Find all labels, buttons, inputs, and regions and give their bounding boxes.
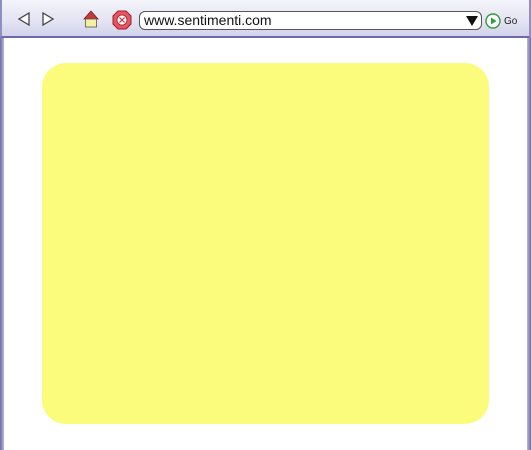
forward-button[interactable] bbox=[40, 11, 56, 27]
address-dropdown-button[interactable] bbox=[465, 12, 479, 29]
window-frame-left bbox=[0, 38, 4, 450]
browser-window: www.sentimenti.com Go bbox=[0, 0, 531, 450]
stop-button[interactable] bbox=[112, 10, 132, 30]
window-frame-right bbox=[527, 38, 531, 450]
go-icon bbox=[485, 13, 501, 29]
content-panel bbox=[42, 63, 489, 424]
go-label: Go bbox=[504, 15, 518, 27]
stop-icon bbox=[112, 10, 132, 30]
address-bar[interactable]: www.sentimenti.com bbox=[139, 11, 482, 30]
browser-toolbar: www.sentimenti.com Go bbox=[0, 0, 531, 38]
forward-arrow-icon bbox=[42, 12, 55, 26]
home-icon bbox=[83, 10, 99, 28]
home-button[interactable] bbox=[82, 10, 100, 28]
go-button[interactable]: Go bbox=[485, 12, 517, 30]
back-button[interactable] bbox=[16, 11, 32, 27]
chevron-down-icon bbox=[466, 15, 478, 26]
back-arrow-icon bbox=[17, 12, 30, 26]
address-input[interactable]: www.sentimenti.com bbox=[140, 12, 465, 29]
